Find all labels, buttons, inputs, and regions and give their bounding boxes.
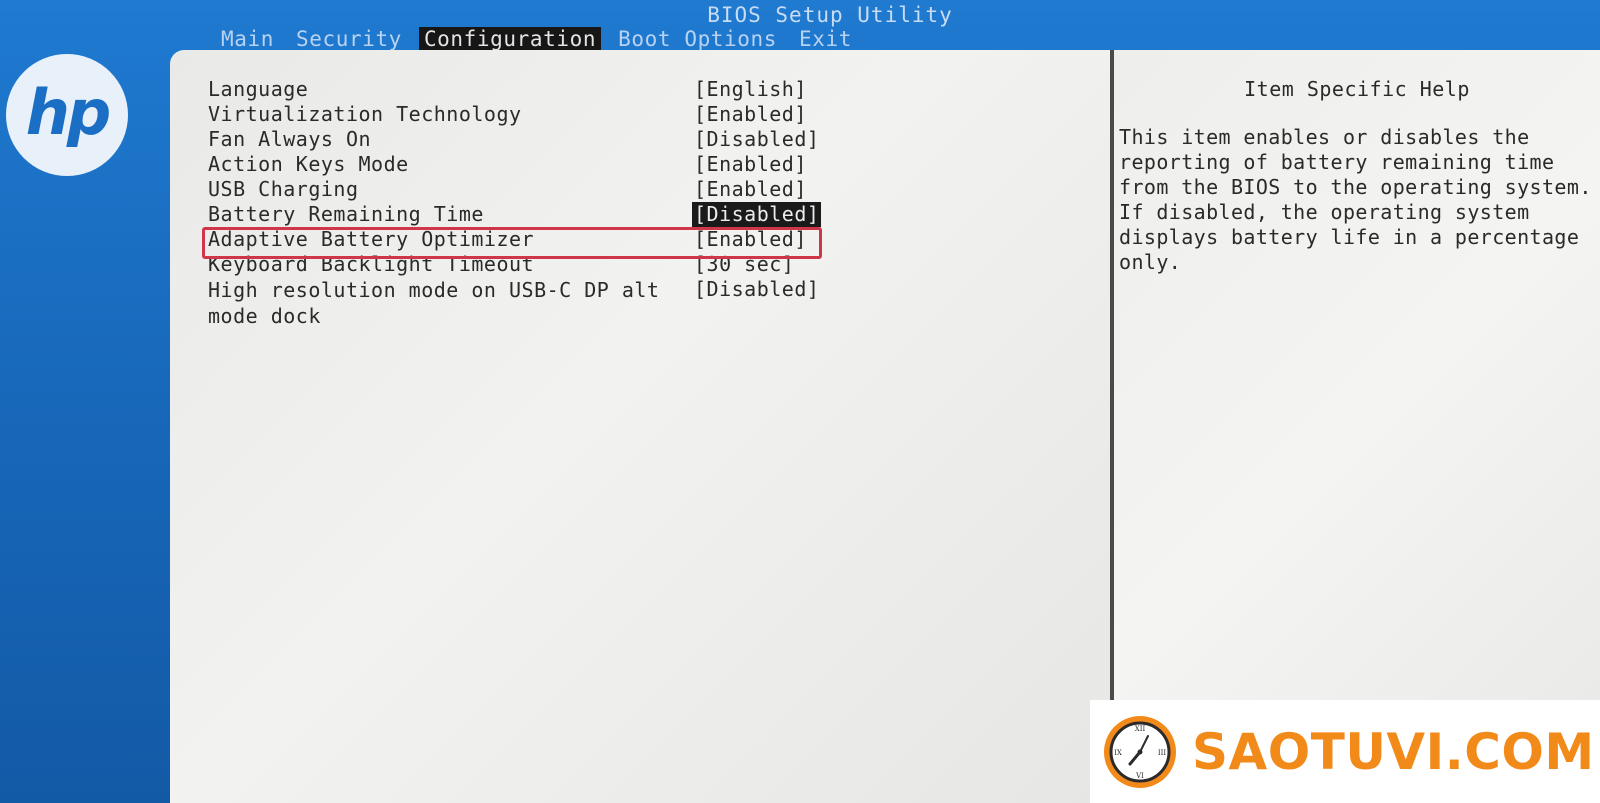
bios-screen: BIOS Setup Utility Main Security Configu…	[0, 0, 1600, 803]
highlight-box	[202, 227, 822, 259]
setting-row-action-keys[interactable]: Action Keys Mode [Enabled]	[208, 152, 1088, 177]
setting-label: Fan Always On	[208, 127, 372, 151]
window-title: BIOS Setup Utility	[707, 3, 953, 27]
menu-bar: Main Security Configuration Boot Options…	[216, 27, 869, 52]
setting-row-usb-c-dp-alt-mode[interactable]: High resolution mode on USB-C DP alt mod…	[208, 277, 1088, 328]
svg-text:XII: XII	[1135, 725, 1146, 733]
setting-value[interactable]: [Disabled]	[694, 127, 819, 152]
settings-panel: Language [English] Virtualization Techno…	[170, 50, 1112, 803]
setting-value[interactable]: [Disabled]	[694, 277, 819, 302]
help-panel: Item Specific Help This item enables or …	[1114, 50, 1600, 803]
setting-value[interactable]: [Enabled]	[694, 102, 807, 127]
help-title: Item Specific Help	[1244, 77, 1470, 101]
watermark-text: SAOTUVI.COM	[1192, 722, 1595, 781]
help-text: This item enables or disables the report…	[1119, 125, 1592, 274]
hp-logo-icon: hp	[6, 54, 128, 176]
svg-text:III: III	[1158, 749, 1167, 757]
tab-security[interactable]: Security	[291, 27, 407, 52]
setting-label: Virtualization Technology	[208, 102, 522, 126]
setting-row-virtualization[interactable]: Virtualization Technology [Enabled]	[208, 102, 1088, 127]
setting-value[interactable]: [English]	[694, 77, 807, 102]
svg-text:VI: VI	[1135, 772, 1144, 780]
hp-logo-text: hp	[25, 75, 112, 149]
clock-icon: XII III VI IX	[1102, 714, 1178, 790]
setting-label: USB Charging	[208, 177, 359, 201]
setting-row-fan-always-on[interactable]: Fan Always On [Disabled]	[208, 127, 1088, 152]
setting-value[interactable]: [Enabled]	[694, 152, 807, 177]
setting-row-battery-remaining-time[interactable]: Battery Remaining Time [Disabled]	[208, 202, 1088, 227]
tab-main[interactable]: Main	[216, 27, 279, 52]
svg-text:IX: IX	[1114, 749, 1122, 757]
setting-label: Battery Remaining Time	[208, 202, 484, 226]
setting-label: Action Keys Mode	[208, 152, 409, 176]
setting-row-usb-charging[interactable]: USB Charging [Enabled]	[208, 177, 1088, 202]
setting-value-selected[interactable]: [Disabled]	[692, 202, 822, 227]
watermark: XII III VI IX SAOTUVI.COM	[1090, 700, 1600, 803]
tab-exit[interactable]: Exit	[794, 27, 857, 52]
setting-label: Language	[208, 77, 309, 101]
setting-value[interactable]: [Enabled]	[694, 177, 807, 202]
setting-row-language[interactable]: Language [English]	[208, 77, 1088, 102]
setting-label: High resolution mode on USB-C DP alt mod…	[208, 278, 660, 328]
tab-configuration[interactable]: Configuration	[418, 27, 602, 52]
settings-list: Language [English] Virtualization Techno…	[208, 77, 1088, 328]
tab-boot-options[interactable]: Boot Options	[613, 27, 782, 52]
